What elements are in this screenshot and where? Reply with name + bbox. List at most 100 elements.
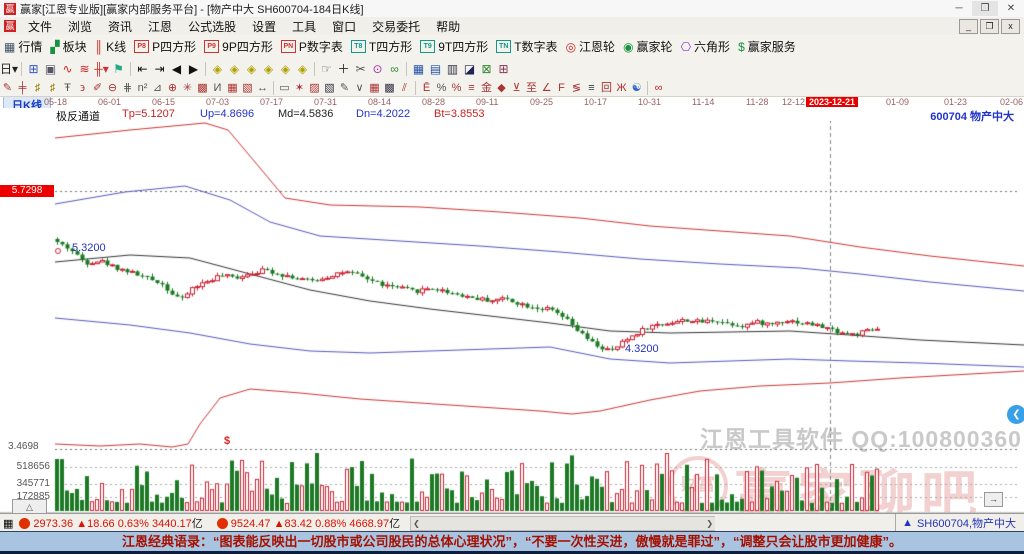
- fan-lines-icon[interactable]: ⫽: [397, 82, 412, 95]
- scroll-right-icon[interactable]: ❯: [706, 519, 713, 528]
- p9-square-button[interactable]: P9 9P四方形: [204, 38, 273, 55]
- jump-first-icon[interactable]: ⇤: [134, 61, 151, 77]
- period-day-dropdown-icon[interactable]: 日▾: [0, 61, 18, 77]
- hexagon-button[interactable]: ⎔ 六角形: [681, 38, 731, 55]
- minimize-icon[interactable]: ─: [946, 1, 972, 16]
- hand-tool-icon[interactable]: ☞: [318, 61, 335, 77]
- pencil-icon[interactable]: ✎: [337, 82, 352, 95]
- gann-gridbox-icon[interactable]: ▩: [195, 82, 210, 95]
- one-diamond-icon[interactable]: ◆: [494, 82, 509, 95]
- percent-icon[interactable]: %: [434, 82, 449, 95]
- scroll-left-icon[interactable]: ❮: [413, 519, 420, 528]
- gann-grid-icon[interactable]: ▦: [225, 82, 240, 95]
- step-forward-icon[interactable]: ▶: [185, 61, 202, 77]
- menu-item-浏览[interactable]: 浏览: [60, 20, 100, 34]
- sector-button[interactable]: ▞ 板块: [50, 38, 86, 55]
- kline-button[interactable]: ║ K线: [95, 38, 127, 55]
- gann-grid2-icon[interactable]: ▧: [240, 82, 255, 95]
- box-select-icon[interactable]: ▭: [277, 82, 292, 95]
- t9-square-button[interactable]: T9 9T四方形: [420, 38, 488, 55]
- menu-item-江恩[interactable]: 江恩: [140, 20, 180, 34]
- info-panel-icon[interactable]: ▣: [42, 61, 59, 77]
- diamond-right-icon[interactable]: ◈: [226, 61, 243, 77]
- diamond-compress-icon[interactable]: ◈: [260, 61, 277, 77]
- gann-spiral-icon[interactable]: ϶: [75, 82, 90, 95]
- grid-fine2-icon[interactable]: ▩: [382, 82, 397, 95]
- yinyang-icon[interactable]: ☯: [629, 82, 644, 95]
- calendar-icon[interactable]: ▦: [410, 61, 427, 77]
- winner-service-button[interactable]: $ 赢家服务: [738, 38, 796, 55]
- f-levels-icon[interactable]: F: [554, 82, 569, 95]
- menu-item-工具[interactable]: 工具: [284, 20, 324, 34]
- three-lines-icon[interactable]: ≡: [464, 82, 479, 95]
- gann-t-tool-icon[interactable]: Ŧ: [60, 82, 75, 95]
- zoom-tool-icon[interactable]: ⊙: [369, 61, 386, 77]
- gold-fan-icon[interactable]: ≶: [569, 82, 584, 95]
- menu-item-交易委托[interactable]: 交易委托: [364, 20, 428, 34]
- overview-tool-icon[interactable]: ∞: [386, 61, 403, 77]
- szse-index-quote[interactable]: 9524.47 ▲83.42 0.88% 4668.97亿: [231, 515, 400, 531]
- current-stock-status[interactable]: ▲ SH600704,物产中大: [895, 514, 1024, 532]
- percent-levels-icon[interactable]: %: [449, 82, 464, 95]
- transfer-icon[interactable]: ⊞: [495, 61, 512, 77]
- grid-red-icon[interactable]: ▨: [307, 82, 322, 95]
- close-icon[interactable]: ✕: [998, 1, 1024, 16]
- jump-last-icon[interactable]: ⇥: [151, 61, 168, 77]
- split-tool-icon[interactable]: ⊻: [509, 82, 524, 95]
- trend-curve2-icon[interactable]: ≋: [76, 61, 93, 77]
- grid-quote-icon[interactable]: ▦: [3, 517, 13, 530]
- t-square-button[interactable]: T8 T四方形: [350, 38, 412, 55]
- gann-circle-icon[interactable]: ⊖: [105, 82, 120, 95]
- export-icon[interactable]: ⊠: [478, 61, 495, 77]
- diamond-expand-icon[interactable]: ◈: [243, 61, 260, 77]
- menu-item-文件[interactable]: 文件: [20, 20, 60, 34]
- mdi-close-icon[interactable]: x: [1001, 18, 1020, 34]
- menu-item-帮助[interactable]: 帮助: [428, 20, 468, 34]
- candle-style-dropdown-icon[interactable]: ╫▾: [93, 61, 110, 77]
- cut-tool-icon[interactable]: ✂: [352, 61, 369, 77]
- menu-item-公式选股[interactable]: 公式选股: [180, 20, 244, 34]
- panel-expand-button[interactable]: ❮: [1007, 405, 1024, 424]
- e-levels-icon[interactable]: Ē: [419, 82, 434, 95]
- diamond-left-icon[interactable]: ◈: [209, 61, 226, 77]
- n-wave-icon[interactable]: И: [210, 82, 225, 95]
- sse-index-quote[interactable]: 2973.36 ▲18.66 0.63% 3440.17亿: [33, 515, 202, 531]
- expand-horizontal-icon[interactable]: ↔: [255, 82, 270, 95]
- gann-hatch-icon[interactable]: ⋕: [120, 82, 135, 95]
- gann-slope-icon[interactable]: ✐: [90, 82, 105, 95]
- p-square-button[interactable]: P8 P四方形: [134, 38, 196, 55]
- gann-comb-icon[interactable]: ╪: [15, 82, 30, 95]
- diamond-up-icon[interactable]: ◈: [277, 61, 294, 77]
- gann-box-icon[interactable]: 回: [599, 82, 614, 95]
- angle-tool-icon[interactable]: ⊿: [150, 82, 165, 95]
- zhi-levels-icon[interactable]: 至: [524, 82, 539, 95]
- gann-wheel-button[interactable]: ◎ 江恩轮: [566, 38, 616, 55]
- grid-fine-icon[interactable]: ▦: [367, 82, 382, 95]
- maximize-icon[interactable]: ❐: [972, 1, 998, 16]
- step-back-icon[interactable]: ◀: [168, 61, 185, 77]
- volume-scroll-right-button[interactable]: →: [984, 492, 1003, 507]
- menu-item-设置[interactable]: 设置: [244, 20, 284, 34]
- steps-icon[interactable]: ≡: [584, 82, 599, 95]
- menu-item-窗口[interactable]: 窗口: [324, 20, 364, 34]
- gann-burst-icon[interactable]: ✳: [180, 82, 195, 95]
- mdi-restore-icon[interactable]: ❐: [980, 18, 999, 34]
- wave-cross-icon[interactable]: Ж: [614, 82, 629, 95]
- zigzag-icon[interactable]: ∨: [352, 82, 367, 95]
- angle-up-icon[interactable]: ∠: [539, 82, 554, 95]
- gann-square-set-icon[interactable]: ♯: [30, 82, 45, 95]
- gann-target-icon[interactable]: ⊕: [165, 82, 180, 95]
- window-layout-icon[interactable]: ⊞: [25, 61, 42, 77]
- save-icon[interactable]: ◪: [461, 61, 478, 77]
- chart-flag-icon[interactable]: ⚑: [110, 61, 127, 77]
- market-quote-button[interactable]: ▦ 行情: [4, 38, 42, 55]
- calculator-icon[interactable]: ▤: [427, 61, 444, 77]
- t-number-table-button[interactable]: TN T数字表: [496, 38, 558, 55]
- horizontal-scrollbar[interactable]: ❮ ❯: [410, 515, 716, 531]
- ray-fan-icon[interactable]: ✶: [292, 82, 307, 95]
- mdi-minimize-icon[interactable]: _: [959, 18, 978, 34]
- notes-icon[interactable]: ▥: [444, 61, 461, 77]
- p-number-table-button[interactable]: PN P数字表: [280, 38, 343, 55]
- crosshair-tool-icon[interactable]: ＋: [335, 61, 352, 77]
- infinity-icon[interactable]: ∞: [651, 82, 666, 95]
